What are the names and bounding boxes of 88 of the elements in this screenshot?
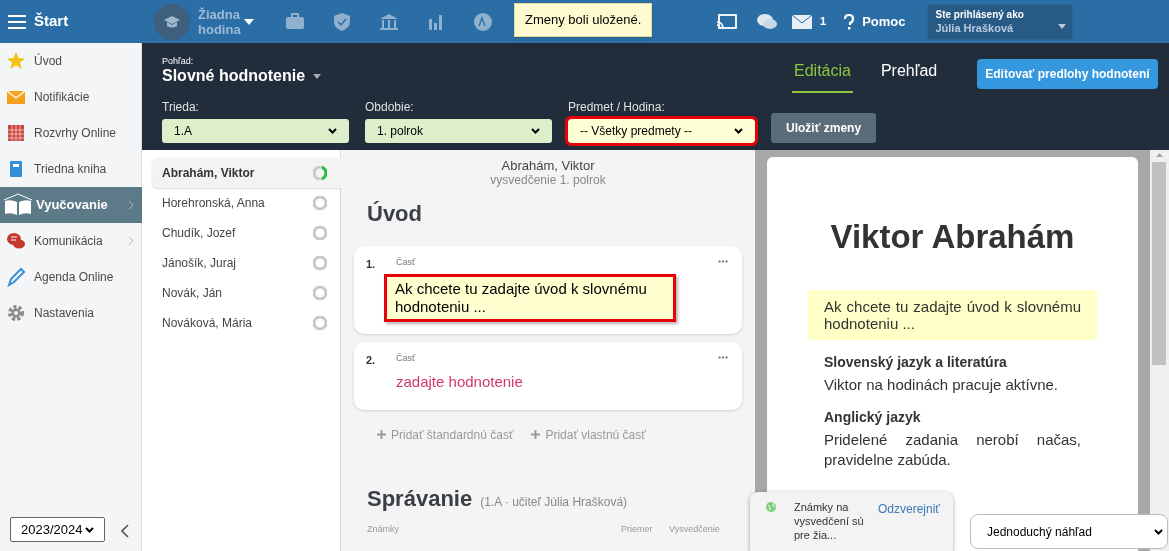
menu-icon (8, 14, 26, 29)
subject-title: Slovenský jazyk a literatúra (824, 352, 1008, 372)
pen-icon (6, 267, 26, 287)
year-select[interactable]: 2023/2024 (10, 517, 105, 542)
section-note: (1.A · učiteľ Júlia Hrašková) (480, 493, 628, 511)
part-caption: Časť (396, 351, 416, 365)
column-header: Známky (367, 522, 400, 536)
student-item[interactable]: Abrahám, Viktor (152, 158, 341, 188)
part-number: 2. (366, 352, 377, 368)
progress-ring-icon (313, 256, 327, 270)
filter-label: Trieda: (162, 99, 200, 116)
sidebar-item[interactable]: Úvod (0, 43, 142, 79)
scroll-up-icon[interactable] (1156, 153, 1163, 157)
part-number: 1. (366, 257, 377, 272)
view-tab[interactable]: Editácia (792, 59, 853, 93)
caret-icon (313, 73, 322, 79)
grade-badge-icon[interactable] (472, 10, 494, 33)
envelope-icon (792, 14, 812, 29)
subject-text: Viktor na hodinách pracuje aktívne. (824, 374, 1060, 395)
sidebar-item[interactable]: Vyučovanie (0, 187, 142, 223)
progress-ring-icon (313, 286, 327, 300)
sidebar-item[interactable]: Notifikácie (0, 79, 142, 115)
filter-label: Obdobie: (365, 99, 415, 116)
column-header: Vysvedčenie (669, 522, 720, 536)
toast-message: Zmeny boli uložené. (514, 3, 653, 37)
part-text-field[interactable]: Ak chcete tu zadajte úvod k slovnému hodnoteniu ... (384, 273, 676, 322)
section-title: Správanie (367, 484, 473, 513)
graduation-cap-icon[interactable] (154, 3, 190, 40)
plus-icon (531, 430, 541, 439)
settings-icon (6, 303, 26, 323)
plus-icon (377, 430, 386, 439)
globe-icon (766, 502, 776, 512)
sidebar-item[interactable]: Agenda Online (0, 259, 142, 295)
collapse-chevron-icon[interactable] (121, 524, 129, 538)
report-subtitle: vysvedčenie 1. polrok (489, 173, 607, 187)
help-button[interactable]: Pomoc (844, 11, 906, 32)
sidebar-item[interactable]: Nastavenia (0, 295, 142, 331)
subject-title: Anglický jazyk (824, 407, 922, 427)
chevron-down-icon (734, 128, 743, 134)
sidebar-item[interactable]: Komunikácia (0, 223, 142, 259)
subject-text: Pridelené zadania nerobí načas, pravidelne zabúda. (824, 429, 1081, 470)
sidebar-item[interactable]: Rozvrhy Online (0, 115, 142, 151)
part-placeholder-field[interactable]: zadajte hodnotenie (396, 371, 730, 394)
student-item[interactable]: Novák, Ján (152, 278, 341, 308)
view-tab[interactable]: Prehľad (878, 59, 940, 93)
column-header: Priemer (621, 522, 654, 536)
star-icon (6, 51, 26, 71)
sidebar-item[interactable]: Triedna kniha (0, 151, 142, 187)
section-title: Úvod (367, 200, 423, 228)
more-options-icon[interactable] (718, 355, 728, 359)
chat-icon[interactable] (756, 11, 778, 32)
caret-icon (1058, 23, 1067, 29)
calendar-icon (6, 123, 26, 143)
user-menu[interactable]: Ste prihlásený ako Júlia Hrašková (927, 3, 1074, 40)
menu-button[interactable]: Štart (0, 0, 142, 43)
caret-icon (244, 18, 254, 25)
progress-ring-icon (313, 166, 327, 180)
filter-select[interactable]: 1. polrok (365, 119, 552, 143)
preview-mode-select[interactable]: Jednoduchý náhľad (970, 514, 1168, 549)
more-options-icon[interactable] (718, 260, 728, 263)
save-changes-button[interactable]: Uložiť zmeny (771, 113, 877, 143)
filter-select[interactable]: -- Všetky predmety -- (568, 119, 755, 143)
student-item[interactable]: Nováková, Mária (152, 308, 341, 338)
scroll-thumb[interactable] (1152, 162, 1166, 365)
progress-ring-icon (313, 226, 327, 240)
progress-ring-icon (313, 316, 327, 330)
part-caption: Časť (396, 256, 416, 269)
filter-select[interactable]: 1.A (162, 119, 349, 143)
student-item[interactable]: Jánošík, Juraj (152, 248, 341, 278)
shield-icon[interactable] (331, 10, 353, 33)
open-book-icon (3, 193, 33, 217)
student-item[interactable]: Chudík, Jozef (152, 218, 341, 248)
preview-intro: Ak chcete tu zadajte úvod k slovnému hodnoteniu ... (808, 289, 1097, 340)
cast-icon[interactable] (716, 11, 738, 32)
notice-text: Známky na vysvedčení sú pre žia... (794, 500, 865, 542)
progress-ring-icon (313, 196, 327, 210)
messages-button[interactable]: 1 (792, 13, 827, 30)
filter-label: Predmet / Hodina: (568, 99, 666, 116)
student-item[interactable]: Horehronská, Anna (152, 188, 341, 218)
chevron-down-icon (531, 128, 540, 134)
chevron-down-icon (1154, 528, 1163, 535)
unpublish-link[interactable]: Odzverejniť (878, 500, 940, 518)
chat-bubbles-icon (6, 231, 26, 251)
student-name: Abrahám, Viktor (500, 158, 596, 173)
chevron-down-icon (328, 128, 337, 134)
chevron-down-icon (85, 526, 94, 533)
preview-name: Viktor Abrahám (829, 217, 1076, 257)
question-mark-icon (844, 13, 855, 30)
